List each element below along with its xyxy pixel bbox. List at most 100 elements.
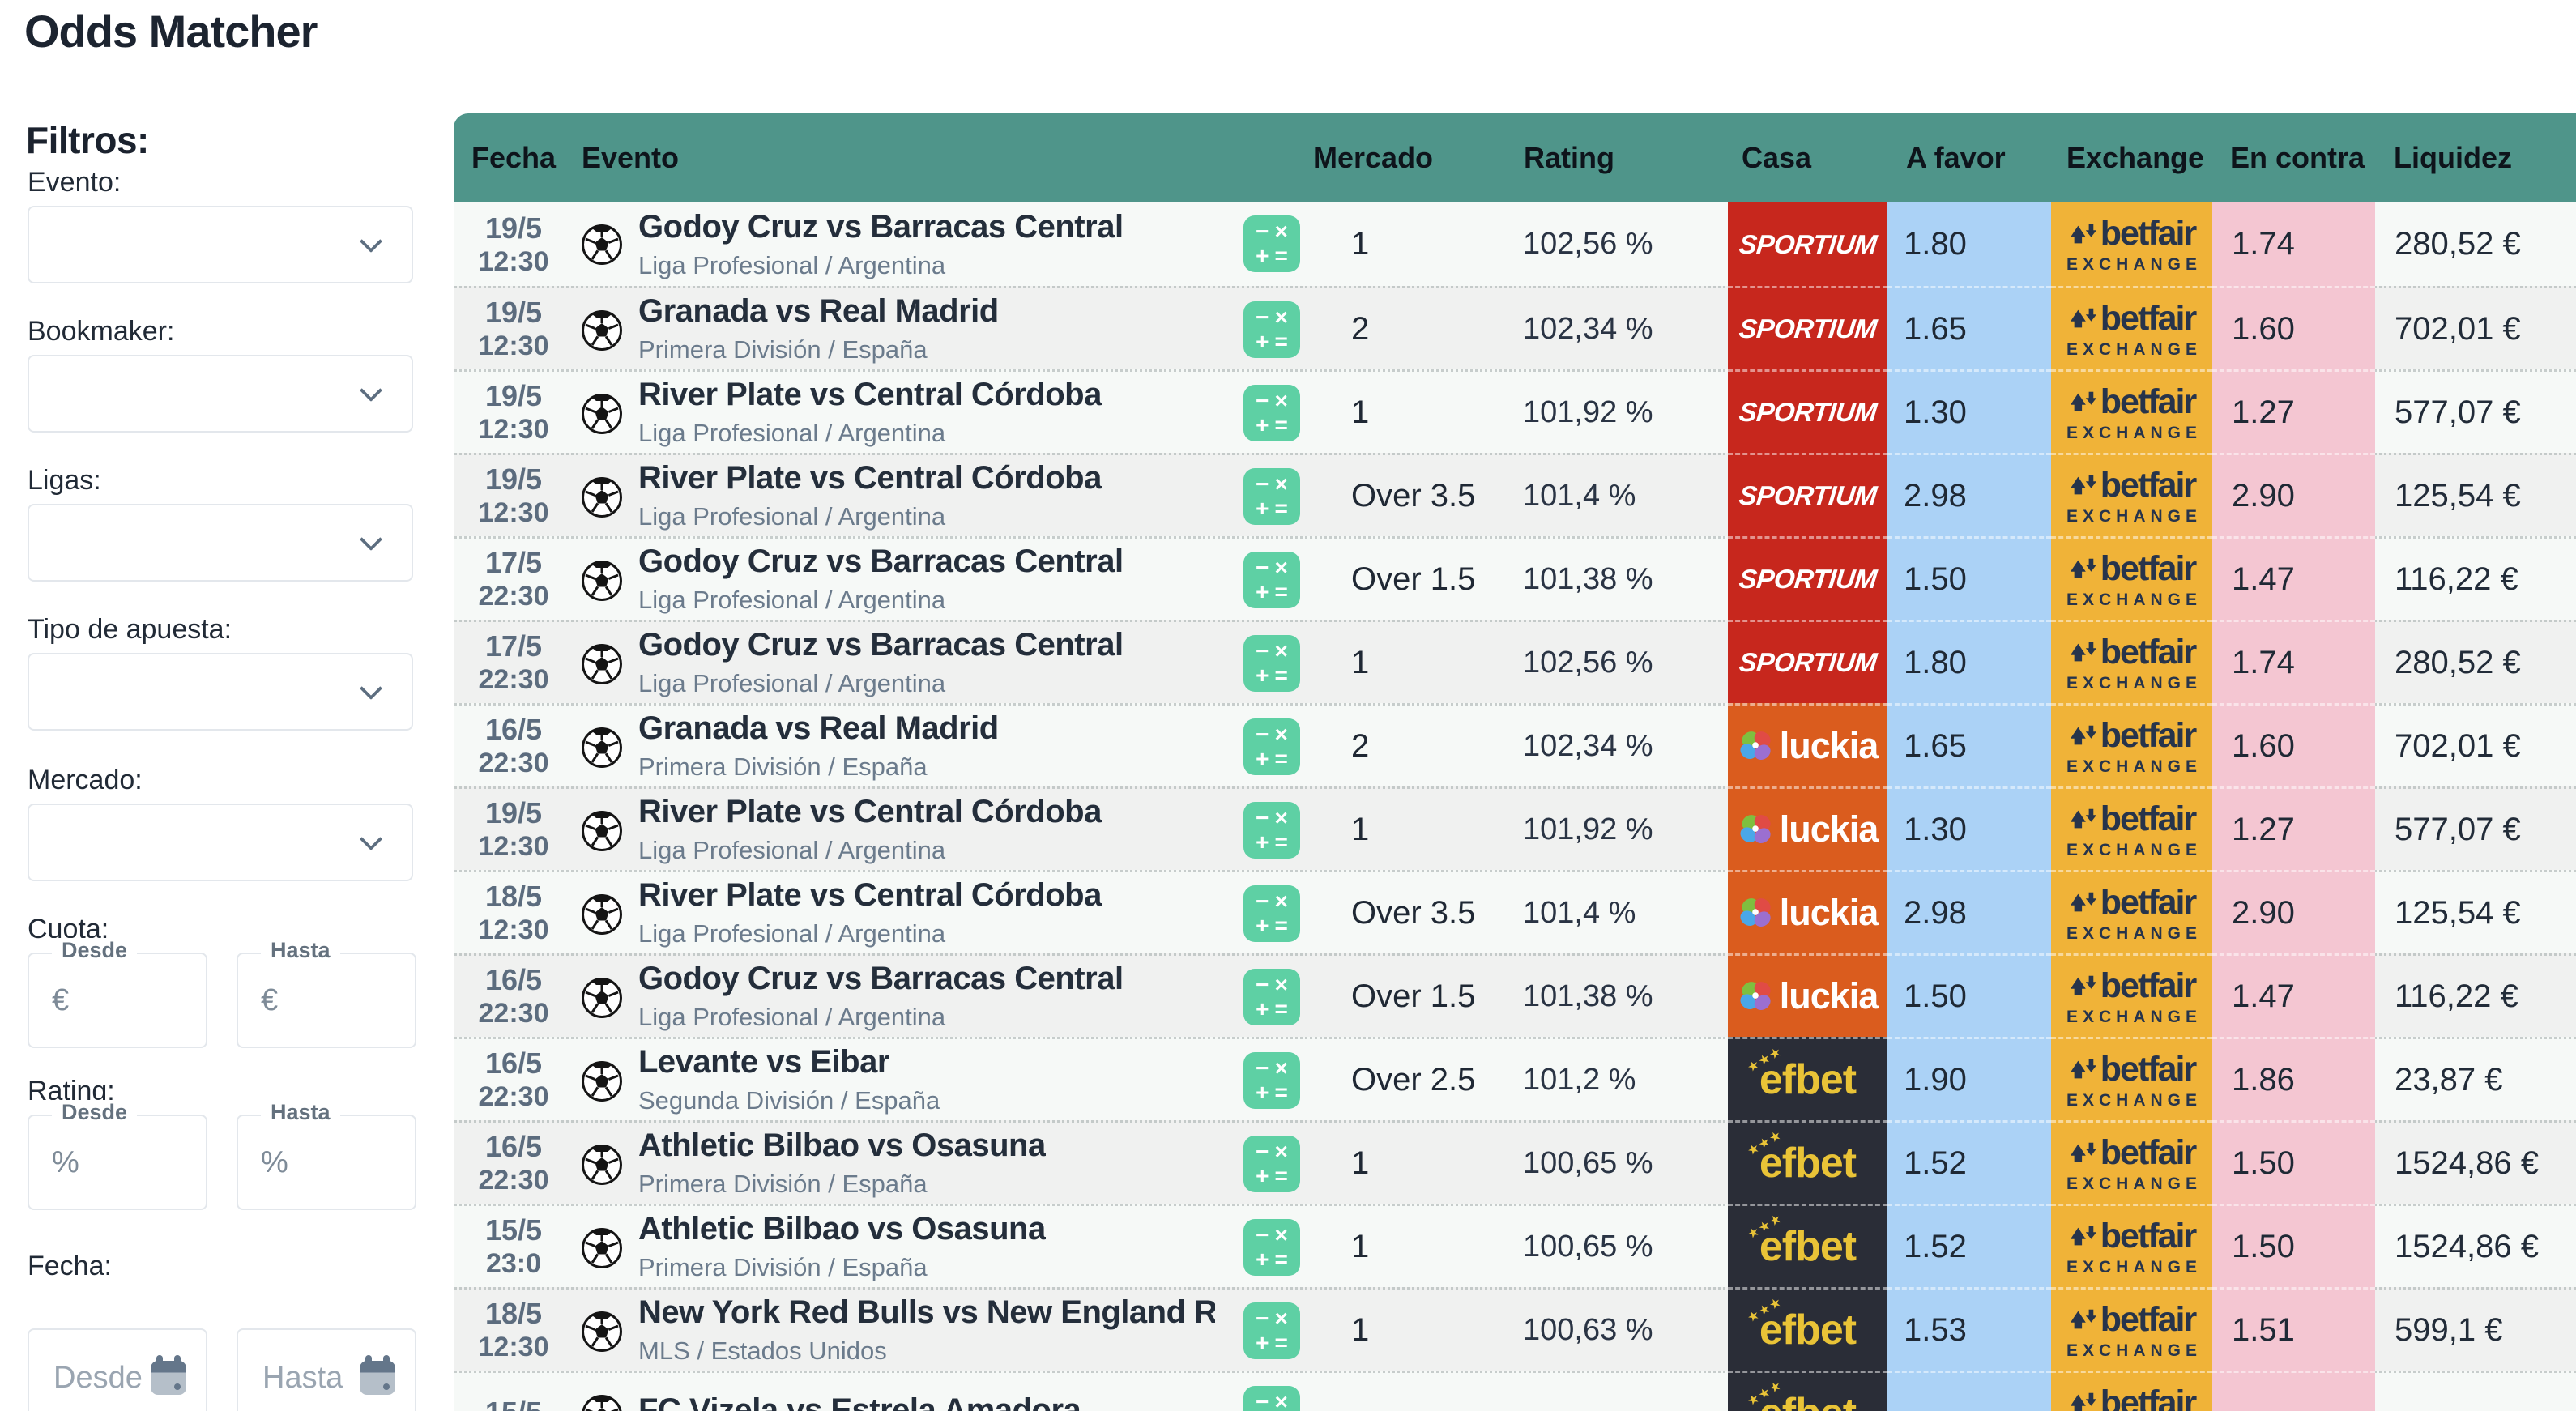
event-datetime: 17/5 22:30 — [460, 622, 567, 703]
event-title: Athletic Bilbao vs Osasuna — [638, 1211, 1046, 1247]
ligas-select[interactable] — [28, 504, 413, 582]
event-league: Liga Profesional / Argentina — [638, 419, 1102, 448]
market-value: Over 1.5 — [1351, 956, 1475, 1037]
table-row[interactable]: 19/5 12:30 Granada vs Real Madrid Primer… — [454, 286, 2576, 369]
calculator-icon[interactable]: −× += — [1243, 385, 1300, 441]
cuota-hasta-input[interactable] — [238, 954, 415, 1047]
event-time: 12:30 — [479, 330, 549, 361]
calculator-icon[interactable]: −× += — [1243, 1136, 1300, 1192]
calculator-icon[interactable]: −× += — [1243, 635, 1300, 692]
col-header-fecha: Fecha — [471, 141, 556, 175]
calculator-icon[interactable]: −× += — [1243, 1052, 1300, 1109]
lay-odds-value: 2.90 — [2212, 453, 2375, 536]
table-row[interactable]: 16/5 22:30 Levante vs Eibar Segunda Divi… — [454, 1037, 2576, 1120]
exchange-cell: betfair EXCHANGE — [2051, 1371, 2212, 1411]
page-title: Odds Matcher — [24, 5, 317, 58]
mercado-select[interactable] — [28, 804, 413, 881]
liquidity-value: 1524,86 € — [2375, 1206, 2576, 1287]
event-league: Liga Profesional / Argentina — [638, 251, 1124, 280]
betfair-arrows-icon — [2068, 220, 2099, 248]
betfair-logo: betfair EXCHANGE — [2062, 466, 2202, 526]
betfair-logo: betfair EXCHANGE — [2062, 799, 2202, 860]
calculator-icon[interactable]: −× += — [1243, 1386, 1300, 1411]
table-row[interactable]: 18/5 12:30 New York Red Bulls vs New Eng… — [454, 1287, 2576, 1371]
market-value: 1 — [1351, 789, 1369, 870]
chevron-down-icon — [360, 528, 382, 551]
liquidity-value: 702,01 € — [2375, 706, 2576, 786]
event-info: Granada vs Real Madrid Primera División … — [638, 288, 999, 369]
table-row[interactable]: 16/5 22:30 Godoy Cruz vs Barracas Centra… — [454, 953, 2576, 1037]
table-row[interactable]: 19/5 12:30 Godoy Cruz vs Barracas Centra… — [454, 202, 2576, 286]
calculator-icon[interactable]: −× += — [1243, 301, 1300, 358]
col-header-liquidez: Liquidez — [2394, 141, 2512, 175]
table-row[interactable]: 17/5 22:30 Godoy Cruz vs Barracas Centra… — [454, 536, 2576, 620]
table-row[interactable]: 17/5 22:30 Godoy Cruz vs Barracas Centra… — [454, 620, 2576, 703]
cuota-desde-input[interactable] — [29, 954, 206, 1047]
table-row[interactable]: 19/5 12:30 River Plate vs Central Córdob… — [454, 369, 2576, 453]
col-header-en-contra: En contra — [2230, 141, 2365, 175]
market-value: Over 3.5 — [1351, 455, 1475, 536]
event-datetime: 18/5 12:30 — [460, 872, 567, 953]
col-header-a-favor: A favor — [1906, 141, 2006, 175]
col-header-rating: Rating — [1524, 141, 1614, 175]
calculator-icon[interactable]: −× += — [1243, 1219, 1300, 1276]
calculator-icon[interactable]: −× += — [1243, 552, 1300, 608]
evento-select[interactable] — [28, 206, 413, 283]
odds-table: Fecha Evento Mercado Rating Casa A favor… — [454, 113, 2576, 1411]
table-row[interactable]: 15/5 23:0 Athletic Bilbao vs Osasuna Pri… — [454, 1204, 2576, 1287]
liquidity-value: 116,22 € — [2375, 539, 2576, 620]
table-row[interactable]: 16/5 22:30 Granada vs Real Madrid Primer… — [454, 703, 2576, 786]
market-value: 1 — [1351, 622, 1369, 703]
calendar-icon[interactable] — [151, 1361, 186, 1395]
calculator-icon[interactable]: −× += — [1243, 1302, 1300, 1359]
rating-value: 102,56 % — [1523, 202, 1653, 286]
table-row[interactable]: 19/5 12:30 River Plate vs Central Córdob… — [454, 786, 2576, 870]
rating-desde-input[interactable] — [29, 1116, 206, 1209]
casa-cell: SPORTIUM luckia efbet — [1728, 1204, 1887, 1287]
tipo-apuesta-select[interactable] — [28, 653, 413, 731]
event-league: Liga Profesional / Argentina — [638, 669, 1124, 698]
sportium-logo: SPORTIUM — [1738, 313, 1879, 344]
lay-odds-value: 1.60 — [2212, 286, 2375, 369]
cuota-desde-box: Desde — [28, 953, 207, 1048]
calculator-icon[interactable]: −× += — [1243, 969, 1300, 1025]
table-row[interactable]: 18/5 12:30 River Plate vs Central Córdob… — [454, 870, 2576, 953]
luckia-logo: luckia — [1738, 808, 1879, 850]
casa-cell: SPORTIUM luckia efbet — [1728, 1037, 1887, 1120]
betfair-arrows-icon — [2068, 805, 2099, 833]
event-info: Godoy Cruz vs Barracas Central Liga Prof… — [638, 622, 1124, 703]
col-header-casa: Casa — [1742, 141, 1811, 175]
liquidity-value: 116,22 € — [2375, 956, 2576, 1037]
calculator-icon[interactable]: −× += — [1243, 468, 1300, 525]
back-odds-value: 1.80 — [1887, 202, 2051, 286]
bookmaker-select[interactable] — [28, 355, 413, 433]
table-row[interactable]: 16/5 22:30 Athletic Bilbao vs Osasuna Pr… — [454, 1120, 2576, 1204]
liquidity-value: 702,01 € — [2375, 288, 2576, 369]
table-row[interactable]: 19/5 12:30 River Plate vs Central Córdob… — [454, 453, 2576, 536]
event-date: 19/5 — [485, 463, 542, 496]
betfair-logo: betfair EXCHANGE — [2062, 716, 2202, 777]
betfair-arrows-icon — [2068, 1389, 2099, 1411]
table-row[interactable]: 15/5 FC Vizela vs Estrela Amadora — [454, 1371, 2576, 1411]
lay-odds-value: 1.27 — [2212, 369, 2375, 453]
calculator-icon[interactable]: −× += — [1243, 215, 1300, 272]
exchange-cell: betfair EXCHANGE — [2051, 870, 2212, 953]
lay-odds-value: 1.47 — [2212, 953, 2375, 1037]
col-header-evento: Evento — [582, 141, 679, 175]
rating-hasta-input[interactable] — [238, 1116, 415, 1209]
calculator-icon[interactable]: −× += — [1243, 718, 1300, 775]
calendar-icon[interactable] — [360, 1361, 395, 1395]
soccer-ball-icon — [581, 727, 623, 769]
betfair-logo: betfair EXCHANGE — [2062, 633, 2202, 693]
betfair-logo: betfair EXCHANGE — [2062, 1383, 2202, 1411]
event-datetime: 18/5 12:30 — [460, 1290, 567, 1371]
back-odds-value: 2.98 — [1887, 453, 2051, 536]
exchange-cell: betfair EXCHANGE — [2051, 620, 2212, 703]
event-league: Liga Profesional / Argentina — [638, 836, 1102, 865]
calculator-icon[interactable]: −× += — [1243, 802, 1300, 859]
event-date: 16/5 — [485, 1047, 542, 1080]
casa-cell: SPORTIUM luckia efbet — [1728, 369, 1887, 453]
calculator-icon[interactable]: −× += — [1243, 885, 1300, 942]
betfair-arrows-icon — [2068, 722, 2099, 749]
event-info: River Plate vs Central Córdoba Liga Prof… — [638, 455, 1102, 536]
